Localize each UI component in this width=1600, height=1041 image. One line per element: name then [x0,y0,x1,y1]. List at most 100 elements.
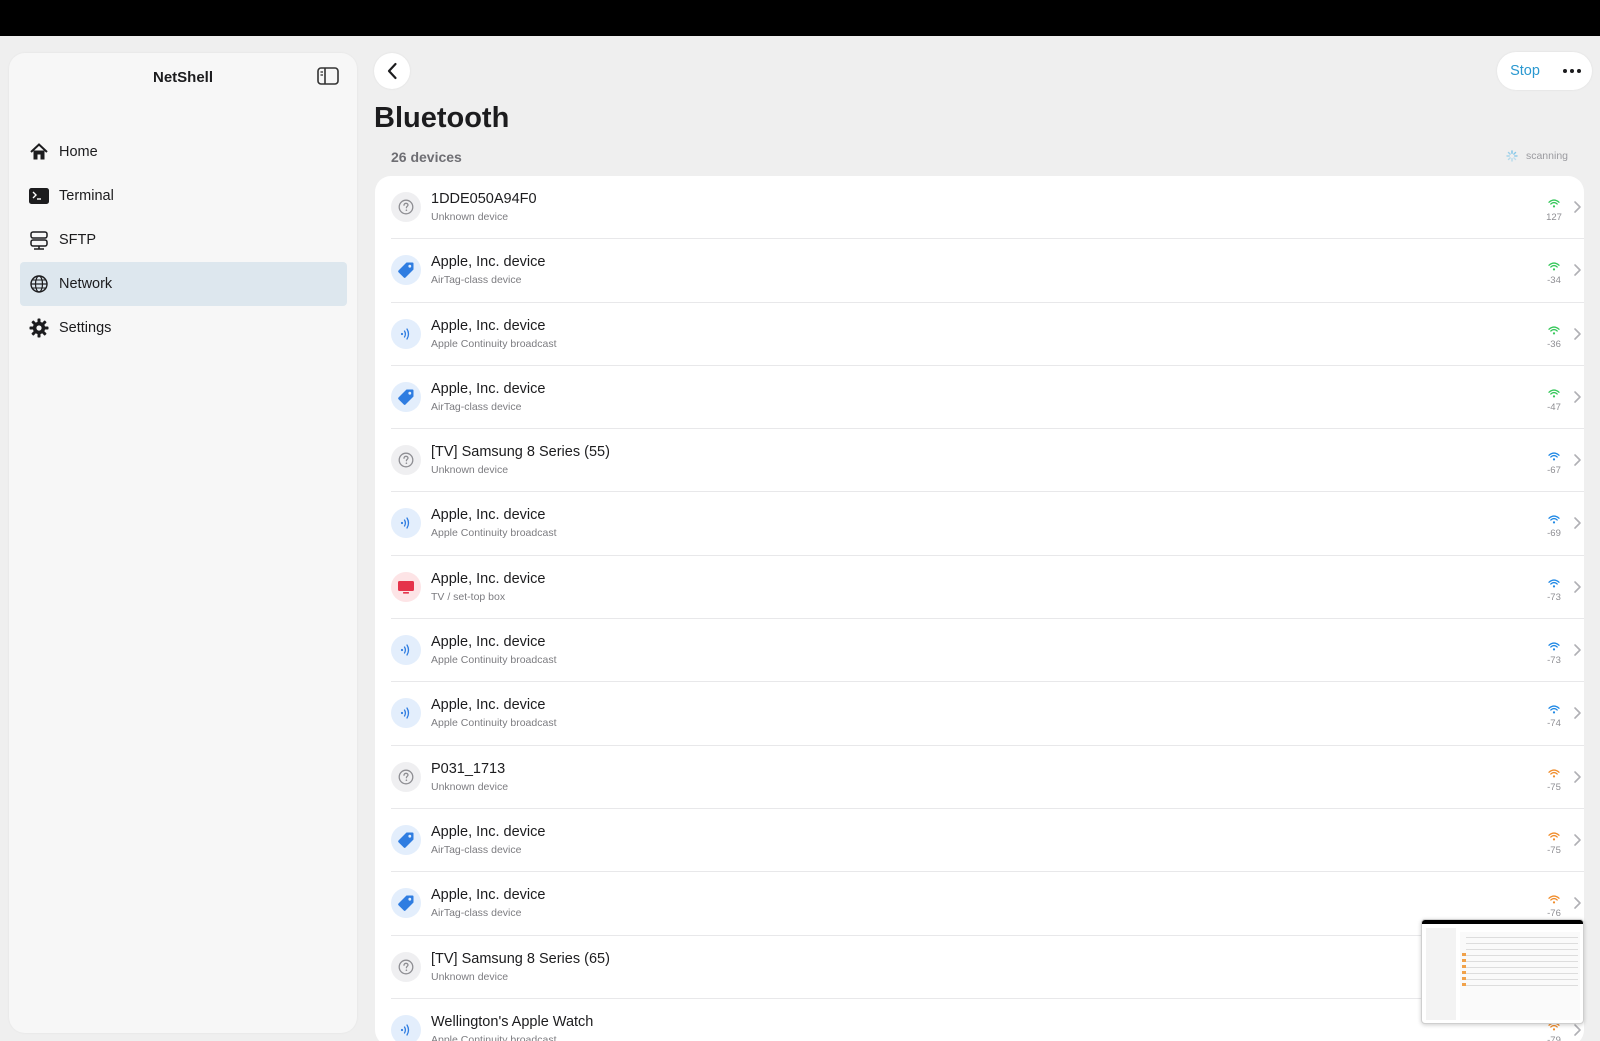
rssi-value: -69 [1547,528,1561,540]
device-name: 1DDE050A94F0 [431,191,537,207]
signal-indicator: -75 [1542,765,1566,793]
gear-icon [28,317,50,339]
chevron-right-icon [1574,707,1581,720]
device-row[interactable]: Apple, Inc. device AirTag-class device -76 [391,872,1584,936]
rssi-value: -76 [1547,908,1561,920]
sidebar-nav: Home Terminal SFTP Network Settings [20,130,347,350]
device-row[interactable]: Apple, Inc. device TV / set-top box -73 [391,556,1584,620]
signal-indicator: -69 [1542,511,1566,539]
chevron-right-icon [1574,644,1581,656]
broadcast-icon [391,635,421,666]
device-name: Apple, Inc. device [431,570,546,587]
broadcast-icon [391,698,421,729]
signal-indicator: -47 [1542,385,1566,413]
device-name: [TV] Samsung 8 Series (55) [431,444,610,461]
device-name: Apple, Inc. device [431,634,546,651]
device-row[interactable]: Apple, Inc. device AirTag-class device -47 [391,366,1584,430]
sidebar-item-label: Network [59,276,113,292]
device-row[interactable]: Apple, Inc. device AirTag-class device -34 [391,239,1584,303]
rssi-value: -73 [1547,655,1561,667]
rssi-value: -75 [1547,781,1561,793]
device-name: Apple, Inc. device [431,887,546,904]
device-type: Unknown device [431,211,509,223]
tag-icon [391,888,421,919]
rssi-value: -75 [1547,844,1561,856]
tag-icon [391,381,421,412]
device-type: Unknown device [431,780,509,793]
rssi-value: 127 [1546,212,1562,223]
device-type: Apple Continuity broadcast [431,337,557,350]
device-count: 26 devices [391,149,462,165]
question-icon [391,192,421,222]
house-icon [28,141,50,163]
toolbar-actions: Stop [1497,52,1592,90]
signal-indicator: -75 [1542,828,1566,856]
signal-strength-icon [1548,895,1560,904]
device-type: AirTag-class device [431,274,522,287]
device-row[interactable]: Apple, Inc. device Apple Continuity broad… [391,492,1584,556]
chevron-right-icon [1574,897,1581,910]
chevron-right-icon [1574,770,1581,783]
signal-indicator: -36 [1542,322,1566,350]
back-button[interactable] [374,53,410,89]
signal-strength-icon [1548,642,1560,651]
spinner-icon [1506,150,1518,162]
stop-button[interactable]: Stop [1497,63,1553,79]
tag-icon [391,255,421,286]
more-button[interactable] [1553,52,1591,90]
sidebar-item-network[interactable]: Network [20,262,347,306]
device-name: Apple, Inc. device [431,380,546,397]
signal-indicator: -74 [1542,701,1566,729]
signal-indicator: -67 [1542,448,1566,476]
rssi-value: -67 [1547,465,1561,477]
sidebar-item-home[interactable]: Home [20,130,347,174]
device-row[interactable]: Apple, Inc. device AirTag-class device -75 [391,809,1584,873]
device-type: TV / set-top box [431,590,506,603]
chevron-right-icon [1574,391,1581,403]
chevron-right-icon [1574,580,1581,593]
device-type: Apple Continuity broadcast [431,654,557,667]
sidebar-item-sftp[interactable]: SFTP [20,218,347,262]
tv-icon [391,571,421,602]
chevron-right-icon [1574,517,1581,530]
device-row[interactable]: 1DDE050A94F0 Unknown device 127 [391,176,1584,240]
globe-icon [28,273,50,295]
device-type: Apple Continuity broadcast [431,527,557,540]
device-row[interactable]: [TV] Samsung 8 Series (65) Unknown device [391,936,1584,999]
app-title: NetShell [152,69,213,86]
device-row[interactable]: [TV] Samsung 8 Series (55) Unknown device… [391,429,1584,493]
device-type: AirTag-class device [431,843,522,856]
device-row[interactable]: Apple, Inc. device Apple Continuity broad… [391,682,1584,746]
device-row[interactable]: P031_1713 Unknown device -75 [391,746,1584,809]
device-name: Apple, Inc. device [431,317,546,334]
screenshot-thumbnail[interactable] [1421,919,1584,1024]
sidebar-item-label: Terminal [59,188,114,204]
chevron-left-icon [387,62,397,80]
device-row[interactable]: Apple, Inc. device Apple Continuity broad… [391,303,1584,366]
sidebar-item-terminal[interactable]: Terminal [20,174,347,218]
chevron-right-icon [1574,201,1581,213]
chevron-right-icon [1574,327,1581,340]
device-type: Apple Continuity broadcast [431,717,557,730]
device-list: 1DDE050A94F0 Unknown device 127 Apple, Inc.… [375,176,1584,1041]
sidebar-item-label: Settings [59,320,112,336]
sidebar-item-settings[interactable]: Settings [20,306,347,350]
device-row[interactable]: Wellington's Apple Watch Apple Continuity… [391,999,1584,1041]
rssi-value: -47 [1547,401,1561,413]
device-name: Apple, Inc. device [431,507,546,524]
device-name: [TV] Samsung 8 Series (65) [431,950,610,967]
device-name: Apple, Inc. device [431,697,546,714]
device-row[interactable]: Apple, Inc. device Apple Continuity broad… [391,619,1584,683]
signal-indicator: -73 [1542,575,1566,603]
chevron-right-icon [1574,264,1581,277]
signal-strength-icon [1548,452,1560,461]
signal-strength-icon [1548,769,1560,778]
signal-indicator: -73 [1542,638,1566,666]
tag-icon [391,824,421,855]
broadcast-icon [391,1014,421,1041]
question-icon [391,761,421,792]
terminal-icon [28,185,50,207]
chevron-right-icon [1574,454,1581,466]
sidebar-toggle-icon [317,67,339,85]
sidebar-toggle-button[interactable] [313,61,343,91]
